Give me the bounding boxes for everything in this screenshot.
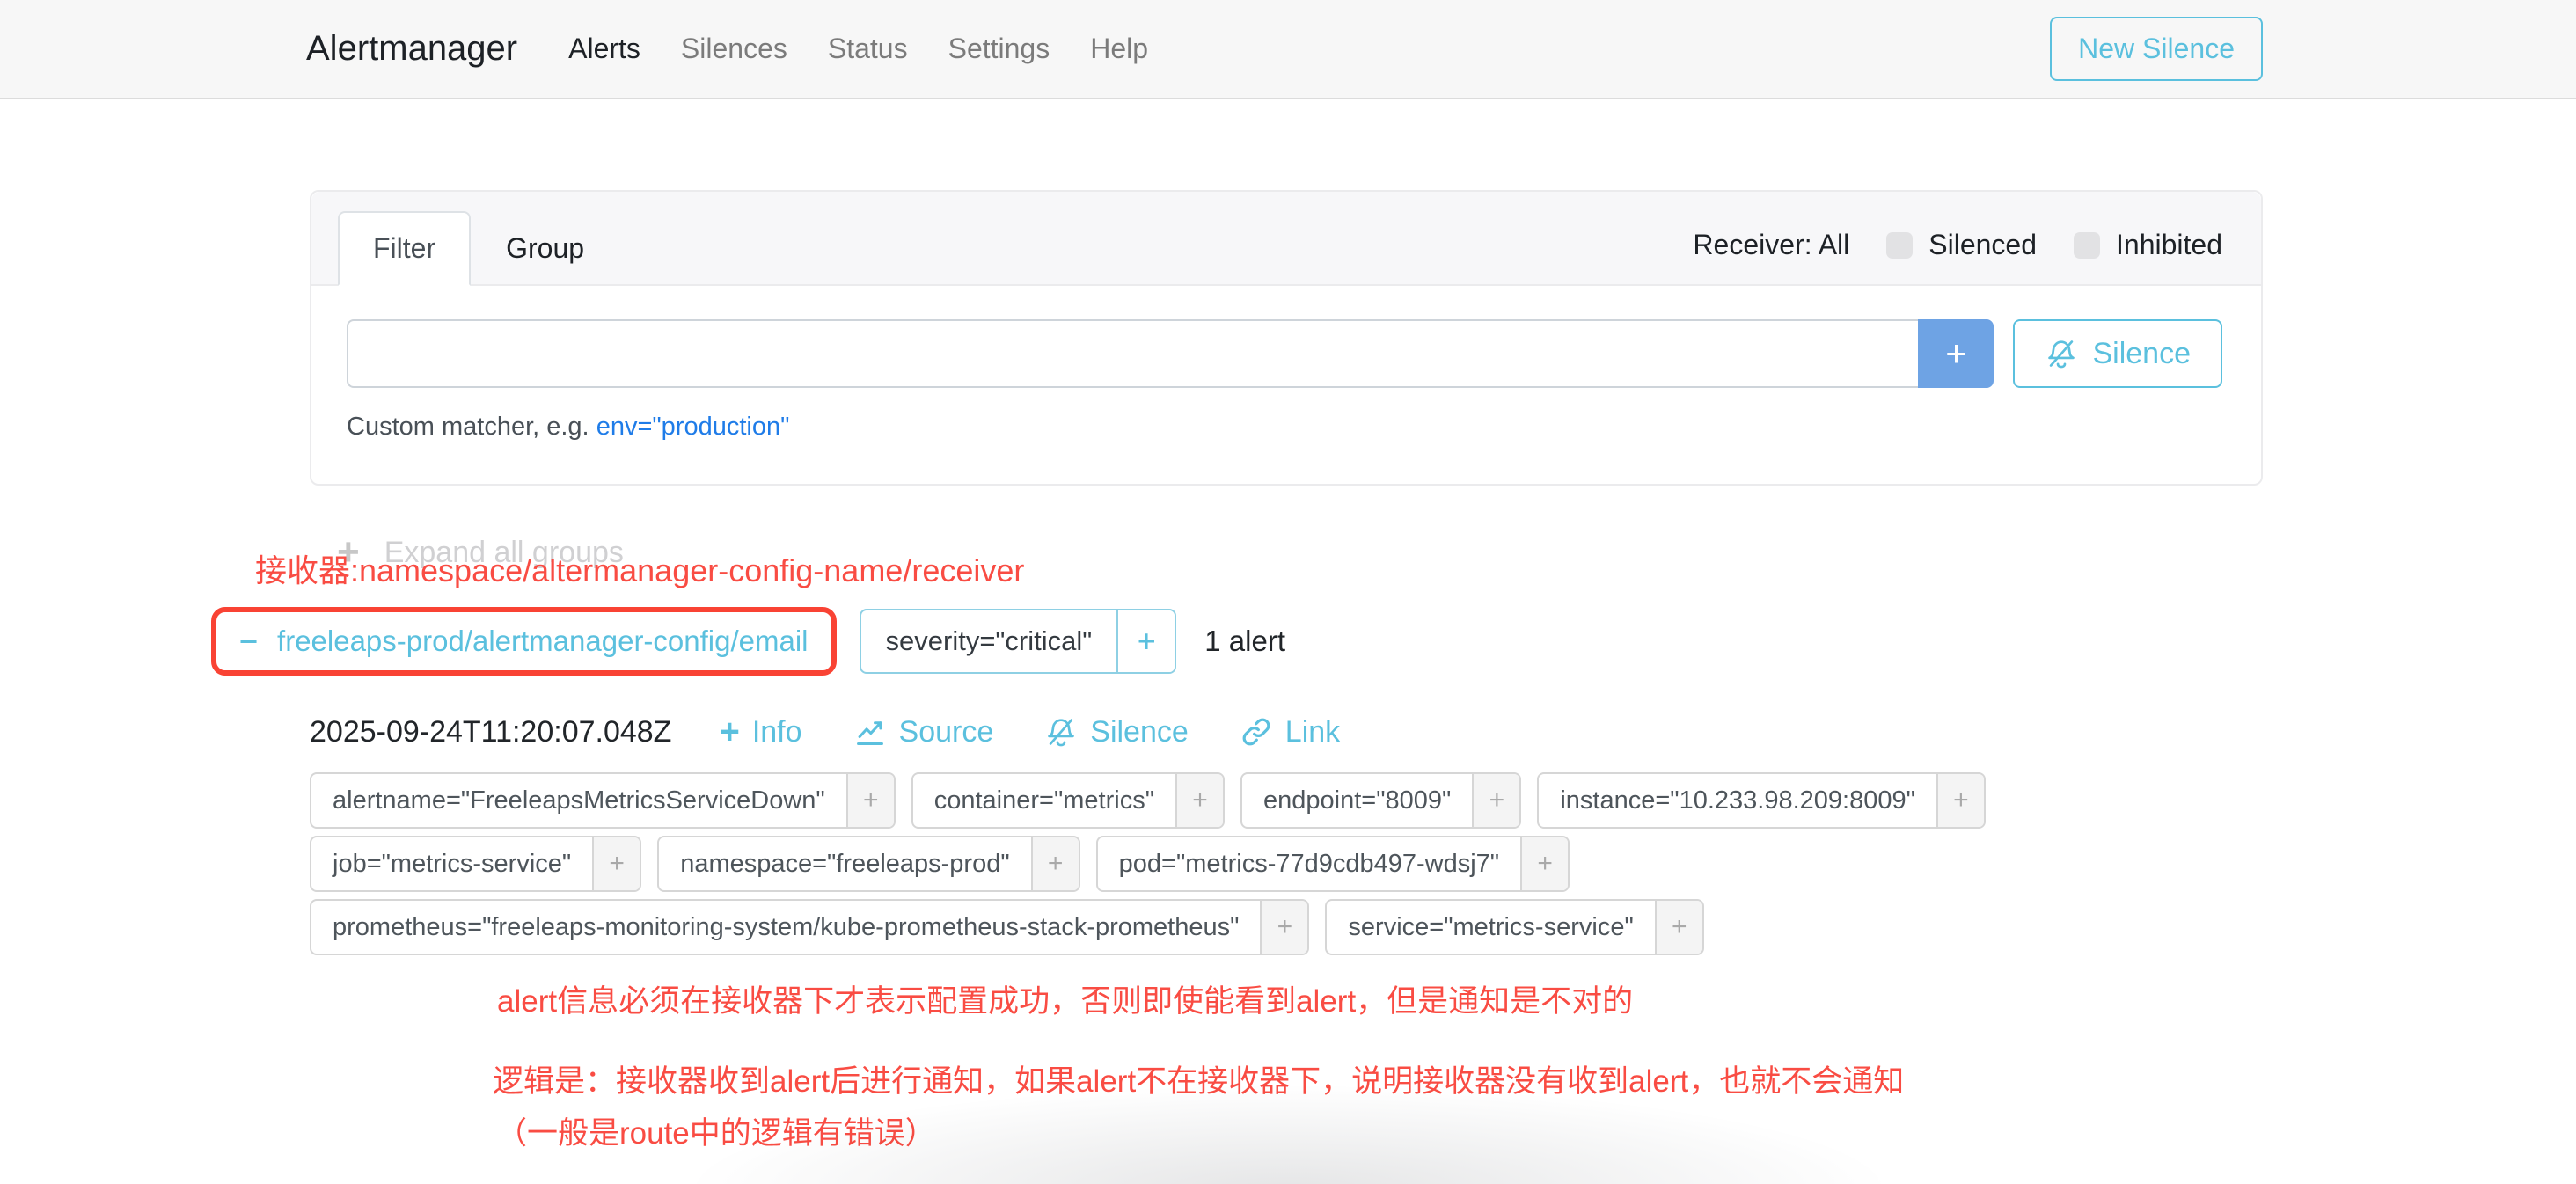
annotation-highlight-box: − freeleaps-prod/alertmanager-config/ema… <box>211 607 837 676</box>
label-add-button[interactable]: + <box>1031 837 1079 890</box>
label-add-button[interactable]: + <box>592 837 640 890</box>
label-tag: service="metrics-service" + <box>1325 899 1703 955</box>
filter-panel: Filter Group Receiver: All Silenced Inhi… <box>310 190 2263 486</box>
label-tag: job="metrics-service" + <box>310 836 641 892</box>
label-text[interactable]: alertname="FreeleapsMetricsServiceDown" <box>311 774 846 827</box>
bell-slash-icon <box>2045 337 2078 370</box>
tab-group[interactable]: Group <box>471 211 619 286</box>
label-add-button[interactable]: + <box>1520 837 1568 890</box>
label-tag: container="metrics" + <box>911 772 1225 829</box>
checkbox-box-icon[interactable] <box>1886 232 1913 259</box>
label-text[interactable]: service="metrics-service" <box>1327 901 1654 954</box>
label-text[interactable]: job="metrics-service" <box>311 837 592 890</box>
filter-tabs: Filter Group <box>338 211 619 284</box>
alert-groups-section: + Expand all groups 接收器:namespace/alterm… <box>310 533 2263 1153</box>
matcher-hint: Custom matcher, e.g. env="production" <box>347 413 2222 442</box>
receiver-group-toggle[interactable]: − freeleaps-prod/alertmanager-config/ema… <box>232 619 816 663</box>
new-silence-button[interactable]: New Silence <box>2050 17 2263 81</box>
filter-panel-body: + Silence Custom matcher, e.g. env="prod… <box>311 286 2261 484</box>
add-matcher-button[interactable]: + <box>1918 319 1994 388</box>
silenced-label: Silenced <box>1928 229 2037 261</box>
alert-header-row: 2025-09-24T11:20:07.048Z + Info Source <box>310 714 2263 749</box>
source-action-label: Source <box>899 715 994 749</box>
label-add-button[interactable]: + <box>1655 901 1702 954</box>
label-text[interactable]: endpoint="8009" <box>1242 774 1472 827</box>
annotation-receiver-note: 接收器:namespace/altermanager-config-name/r… <box>255 545 2263 591</box>
alert-detail: 2025-09-24T11:20:07.048Z + Info Source <box>310 714 2263 1153</box>
label-add-button[interactable]: + <box>846 774 894 827</box>
link-action-label: Link <box>1285 715 1340 749</box>
label-text[interactable]: namespace="freeleaps-prod" <box>659 837 1030 890</box>
app-brand[interactable]: Alertmanager <box>306 29 517 69</box>
silenced-checkbox[interactable]: Silenced <box>1886 229 2037 261</box>
label-tag: pod="metrics-77d9cdb497-wdsj7" + <box>1096 836 1570 892</box>
matcher-input-group: + <box>347 319 1994 388</box>
annotation-logic-note-line1: 逻辑是：接收器收到alert后进行通知，如果alert不在接收器下，说明接收器没… <box>493 1056 2263 1101</box>
label-text[interactable]: container="metrics" <box>913 774 1175 827</box>
nav-item-status[interactable]: Status <box>828 33 908 65</box>
main-content: Filter Group Receiver: All Silenced Inhi… <box>310 190 2263 1153</box>
silence-action-label: Silence <box>1090 715 1189 749</box>
navbar: Alertmanager Alerts Silences Status Sett… <box>0 0 2576 99</box>
alert-group-row: − freeleaps-prod/alertmanager-config/ema… <box>211 607 2263 676</box>
hint-example-link[interactable]: env="production" <box>596 413 790 441</box>
nav-item-help[interactable]: Help <box>1090 33 1148 65</box>
label-add-button[interactable]: + <box>1260 901 1307 954</box>
filter-options: Receiver: All Silenced Inhibited <box>1693 229 2222 284</box>
label-text[interactable]: prometheus="freeleaps-monitoring-system/… <box>311 901 1260 954</box>
label-tag: endpoint="8009" + <box>1240 772 1521 829</box>
annotation-logic-note-line2: （一般是route中的逻辑有错误） <box>496 1108 2263 1153</box>
alert-count: 1 alert <box>1204 625 1285 658</box>
info-action-label: Info <box>752 715 802 749</box>
inhibited-checkbox[interactable]: Inhibited <box>2074 229 2222 261</box>
group-matcher-add-button[interactable]: + <box>1116 610 1175 672</box>
group-matcher-tag: severity="critical" + <box>860 609 1177 674</box>
plus-icon: + <box>719 714 739 749</box>
nav-item-settings[interactable]: Settings <box>948 33 1050 65</box>
alert-timestamp: 2025-09-24T11:20:07.048Z <box>310 715 671 749</box>
nav-item-alerts[interactable]: Alerts <box>568 33 640 65</box>
label-add-button[interactable]: + <box>1175 774 1223 827</box>
matcher-input[interactable] <box>347 319 1918 388</box>
inhibited-label: Inhibited <box>2116 229 2222 261</box>
label-text[interactable]: pod="metrics-77d9cdb497-wdsj7" <box>1098 837 1520 890</box>
label-add-button[interactable]: + <box>1936 774 1984 827</box>
label-tag: instance="10.233.98.209:8009" + <box>1537 772 1986 829</box>
group-matcher-label: severity="critical" <box>861 610 1117 672</box>
label-tag: prometheus="freeleaps-monitoring-system/… <box>310 899 1309 955</box>
receiver-filter[interactable]: Receiver: All <box>1693 229 1849 261</box>
collapse-icon: − <box>239 625 258 657</box>
chart-icon <box>853 715 887 749</box>
matcher-row: + Silence <box>347 319 2222 388</box>
label-tag: namespace="freeleaps-prod" + <box>657 836 1079 892</box>
nav-item-silences[interactable]: Silences <box>681 33 787 65</box>
silence-button-label: Silence <box>2092 337 2191 371</box>
annotation-alert-note: alert信息必须在接收器下才表示配置成功，否则即使能看到alert，但是通知是… <box>497 976 2263 1021</box>
filter-panel-header: Filter Group Receiver: All Silenced Inhi… <box>311 192 2261 286</box>
label-tag: alertname="FreeleapsMetricsServiceDown" … <box>310 772 896 829</box>
label-add-button[interactable]: + <box>1472 774 1519 827</box>
checkbox-box-icon[interactable] <box>2074 232 2100 259</box>
hint-text: Custom matcher, e.g. <box>347 413 589 441</box>
tab-filter[interactable]: Filter <box>338 211 471 286</box>
link-action[interactable]: Link <box>1240 715 1340 749</box>
nav-links: Alertmanager Alerts Silences Status Sett… <box>306 29 1189 69</box>
bell-slash-icon <box>1044 715 1078 749</box>
source-action[interactable]: Source <box>853 715 994 749</box>
silence-action[interactable]: Silence <box>1044 715 1189 749</box>
receiver-group-name: freeleaps-prod/alertmanager-config/email <box>277 625 808 658</box>
link-icon <box>1240 715 1273 749</box>
info-action[interactable]: + Info <box>719 714 801 749</box>
label-text[interactable]: instance="10.233.98.209:8009" <box>1539 774 1936 827</box>
alert-labels: alertname="FreeleapsMetricsServiceDown" … <box>310 772 2263 955</box>
silence-from-filter-button[interactable]: Silence <box>2013 319 2222 388</box>
